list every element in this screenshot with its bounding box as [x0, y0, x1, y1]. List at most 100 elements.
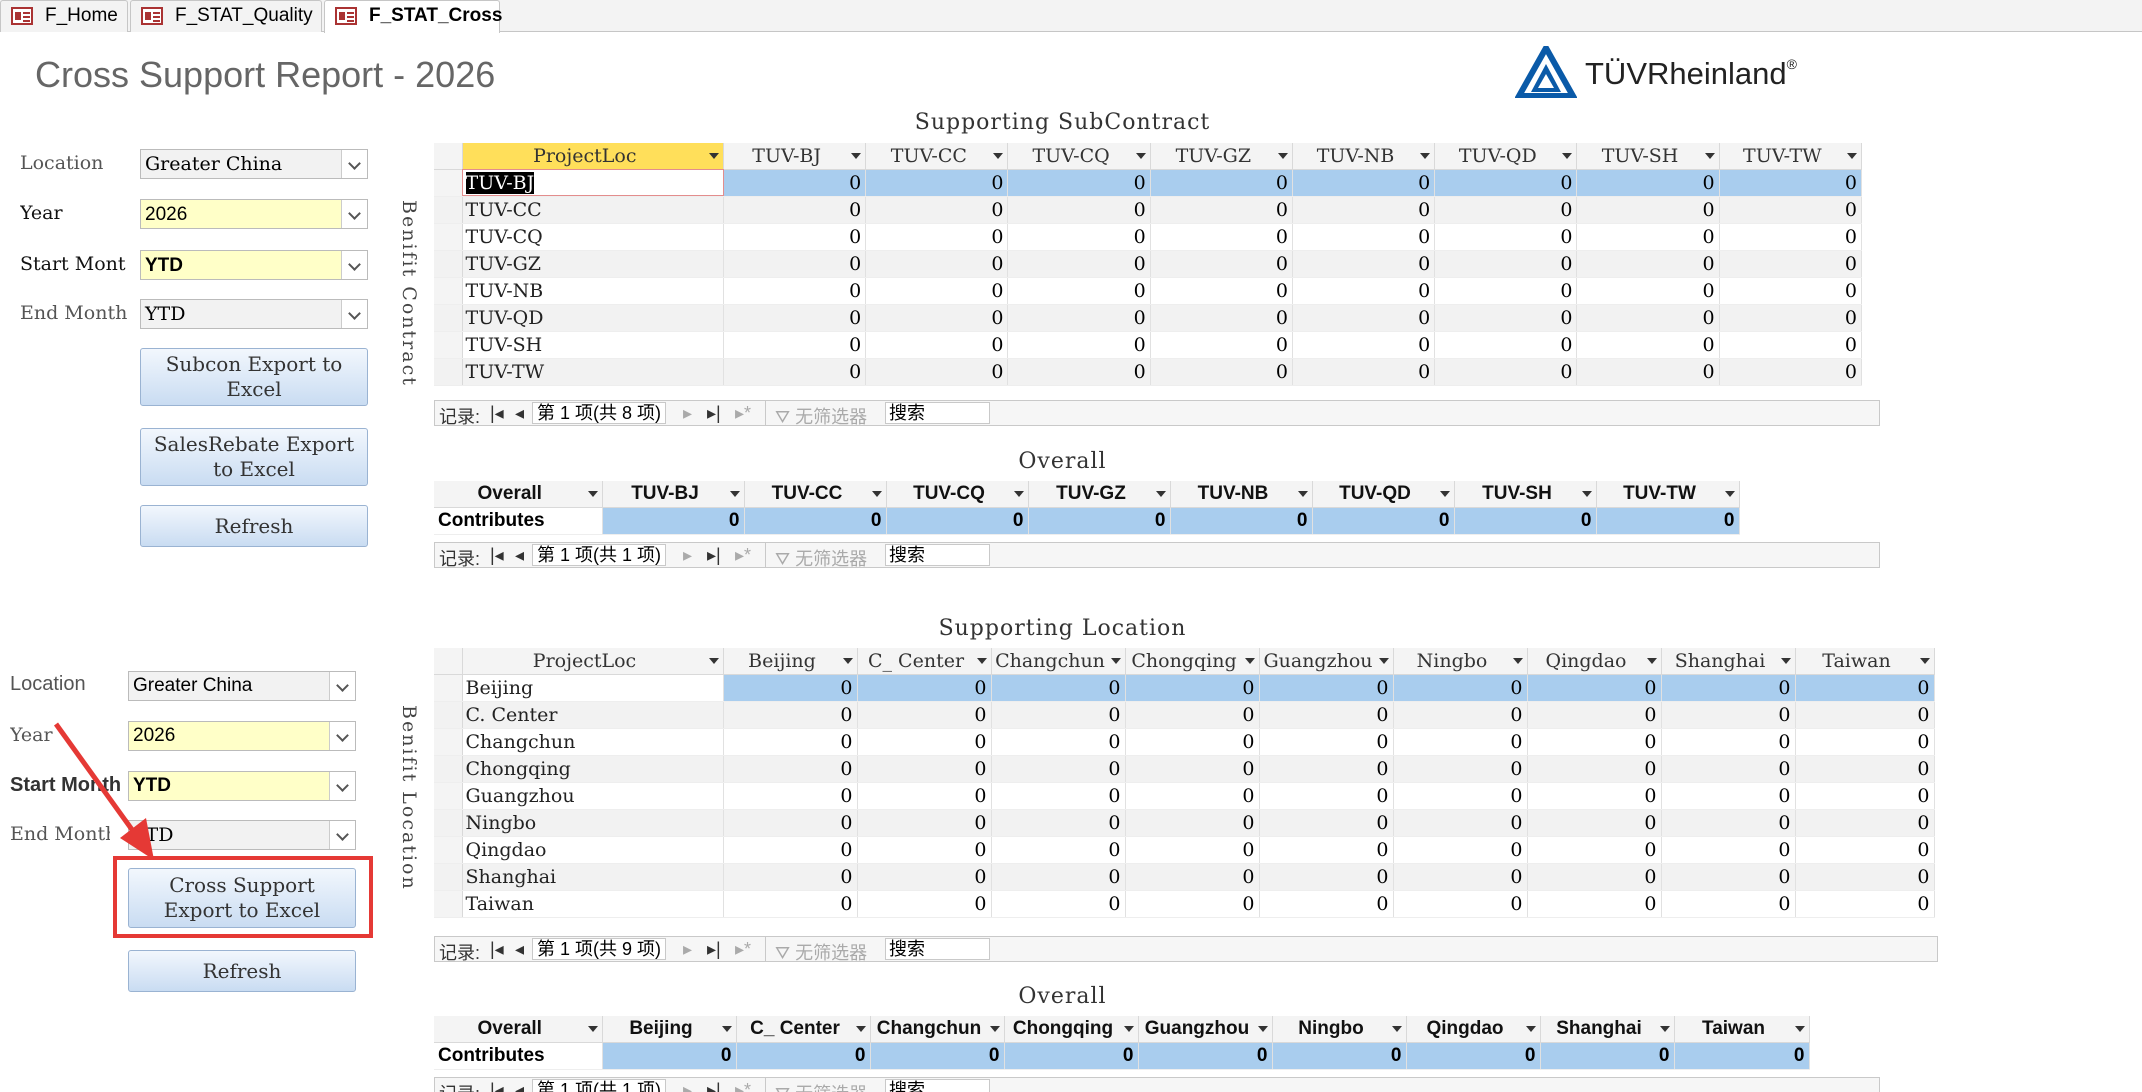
value-cell[interactable]: 0: [1527, 728, 1662, 756]
value-cell[interactable]: 0: [1434, 169, 1578, 197]
value-cell[interactable]: 0: [723, 223, 867, 251]
value-cell[interactable]: 0: [1125, 728, 1260, 756]
row-selector[interactable]: [434, 223, 463, 251]
no-filter-indicator[interactable]: ⛛ 无筛选器: [775, 403, 867, 429]
value-cell[interactable]: 0: [857, 890, 992, 918]
column-header[interactable]: TUV-QD: [1434, 143, 1578, 170]
select-all-corner[interactable]: [434, 143, 463, 170]
chevron-down-icon[interactable]: [329, 672, 355, 700]
value-cell[interactable]: 0: [1170, 507, 1313, 535]
column-header[interactable]: Beijing: [723, 648, 858, 675]
value-cell[interactable]: 0: [1527, 674, 1662, 702]
table-row[interactable]: Chongqing 0 0 0 0 0 0 0 0 0: [434, 755, 1935, 783]
table-row[interactable]: Qingdao 0 0 0 0 0 0 0 0 0: [434, 836, 1935, 864]
year-combo[interactable]: 2026: [140, 199, 368, 229]
value-cell[interactable]: 0: [1661, 674, 1796, 702]
previous-record-icon[interactable]: ◂: [515, 545, 524, 566]
chevron-down-icon[interactable]: [341, 200, 367, 228]
row-name-cell[interactable]: TUV-QD: [462, 304, 725, 332]
value-cell[interactable]: 0: [1007, 196, 1151, 224]
value-cell[interactable]: 0: [1028, 507, 1171, 535]
chevron-down-icon[interactable]: [341, 300, 367, 328]
dropdown-arrow-icon[interactable]: [842, 658, 853, 664]
value-cell[interactable]: 0: [723, 728, 858, 756]
value-cell[interactable]: 0: [723, 277, 867, 305]
value-cell[interactable]: 0: [1527, 701, 1662, 729]
column-header[interactable]: TUV-CC: [744, 481, 887, 508]
row-selector[interactable]: [434, 701, 463, 729]
value-cell[interactable]: 0: [723, 701, 858, 729]
value-cell[interactable]: 0: [1150, 358, 1293, 386]
value-cell[interactable]: 0: [1661, 755, 1796, 783]
value-cell[interactable]: 0: [857, 755, 992, 783]
column-header[interactable]: Beijing: [602, 1016, 737, 1043]
value-cell[interactable]: 0: [1527, 836, 1662, 864]
value-cell[interactable]: 0: [1259, 836, 1394, 864]
column-header[interactable]: Changchun: [991, 648, 1126, 675]
value-cell[interactable]: 0: [1150, 196, 1293, 224]
table-row[interactable]: Guangzhou 0 0 0 0 0 0 0 0 0: [434, 782, 1935, 810]
dropdown-arrow-icon[interactable]: [1110, 658, 1121, 664]
dropdown-arrow-icon[interactable]: [1244, 658, 1255, 664]
column-header[interactable]: ProjectLoc: [462, 143, 725, 170]
value-cell[interactable]: 0: [1795, 701, 1935, 729]
first-record-icon[interactable]: |◂: [490, 545, 504, 566]
value-cell[interactable]: 0: [1454, 507, 1597, 535]
value-cell[interactable]: 0: [1150, 331, 1293, 359]
value-cell[interactable]: 0: [1007, 331, 1151, 359]
table-row[interactable]: C. Center 0 0 0 0 0 0 0 0 0: [434, 701, 1935, 729]
dropdown-arrow-icon[interactable]: [1562, 153, 1573, 159]
row-name-cell[interactable]: TUV-CQ: [462, 223, 725, 251]
dropdown-arrow-icon[interactable]: [1525, 1026, 1536, 1032]
column-header[interactable]: TUV-CQ: [1007, 143, 1151, 170]
column-header[interactable]: TUV-TW: [1596, 481, 1740, 508]
current-record-box[interactable]: 第 1 项(共 9 项): [532, 938, 667, 960]
value-cell[interactable]: 0: [865, 196, 1009, 224]
column-header[interactable]: Guangzhou: [1138, 1016, 1273, 1043]
next-record-icon[interactable]: ▸: [683, 403, 692, 424]
column-header[interactable]: Shanghai: [1661, 648, 1796, 675]
value-cell[interactable]: 0: [1795, 890, 1935, 918]
value-cell[interactable]: 0: [857, 782, 992, 810]
value-cell[interactable]: 0: [1138, 1042, 1273, 1070]
location-combo-2[interactable]: Greater China: [128, 671, 356, 701]
dropdown-arrow-icon[interactable]: [1724, 491, 1735, 497]
column-header[interactable]: Ningbo: [1272, 1016, 1407, 1043]
value-cell[interactable]: 0: [886, 507, 1029, 535]
row-name-cell[interactable]: TUV-SH: [462, 331, 725, 359]
select-all-corner[interactable]: [434, 648, 463, 675]
value-cell[interactable]: 0: [723, 169, 867, 197]
new-record-icon[interactable]: ▸*: [735, 939, 751, 960]
value-cell[interactable]: 0: [1007, 250, 1151, 278]
dropdown-arrow-icon[interactable]: [1297, 491, 1308, 497]
value-cell[interactable]: 0: [1007, 277, 1151, 305]
value-cell[interactable]: 0: [1125, 890, 1260, 918]
row-selector[interactable]: [434, 890, 463, 918]
value-cell[interactable]: 0: [1259, 701, 1394, 729]
row-selector[interactable]: [434, 782, 463, 810]
column-header[interactable]: Taiwan: [1674, 1016, 1810, 1043]
chevron-down-icon[interactable]: [329, 772, 355, 800]
chevron-down-icon[interactable]: [329, 821, 355, 849]
value-cell[interactable]: 0: [1125, 863, 1260, 891]
value-cell[interactable]: 0: [1259, 890, 1394, 918]
first-record-icon[interactable]: |◂: [490, 939, 504, 960]
cross-support-export-button[interactable]: Cross Support Export to Excel: [128, 868, 356, 928]
value-cell[interactable]: 0: [1272, 1042, 1407, 1070]
value-cell[interactable]: 0: [1527, 863, 1662, 891]
value-cell[interactable]: 0: [1393, 863, 1528, 891]
dropdown-arrow-icon[interactable]: [976, 658, 987, 664]
value-cell[interactable]: 0: [1719, 169, 1863, 197]
value-cell[interactable]: 0: [1719, 277, 1863, 305]
value-cell[interactable]: 0: [865, 169, 1009, 197]
row-name-cell[interactable]: TUV-GZ: [462, 250, 725, 278]
next-record-icon[interactable]: ▸: [683, 1080, 692, 1092]
value-cell[interactable]: 0: [723, 250, 867, 278]
row-selector[interactable]: [434, 728, 463, 756]
dropdown-arrow-icon[interactable]: [1391, 1026, 1402, 1032]
value-cell[interactable]: 0: [736, 1042, 871, 1070]
dropdown-arrow-icon[interactable]: [1646, 658, 1657, 664]
value-cell[interactable]: 0: [1719, 331, 1863, 359]
dropdown-arrow-icon[interactable]: [1013, 491, 1024, 497]
row-name-cell[interactable]: Qingdao: [462, 836, 724, 864]
